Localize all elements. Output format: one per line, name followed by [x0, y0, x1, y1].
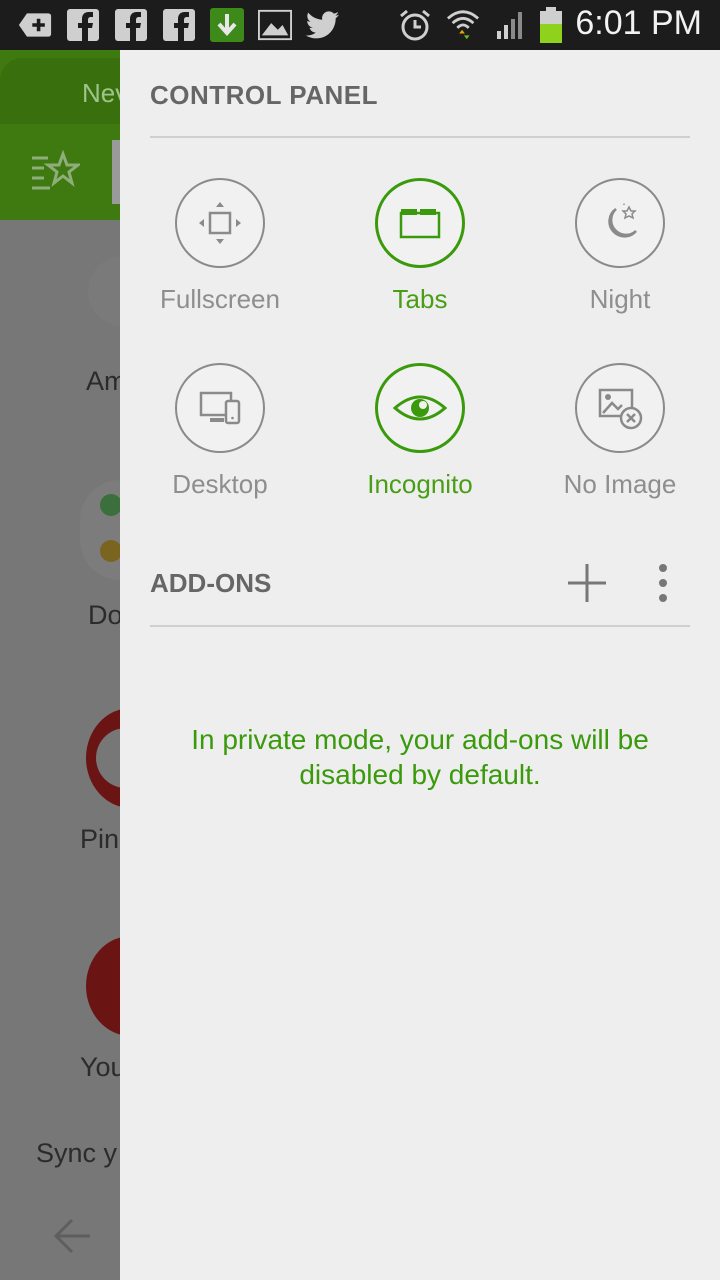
wifi-icon	[446, 8, 480, 42]
control-panel: CONTROL PANEL Fullscreen Tabs Night Desk…	[120, 50, 720, 1280]
status-bar: 6:01 PM	[0, 0, 720, 50]
desktop-icon	[175, 363, 265, 453]
shortcut-label[interactable]: You	[80, 1052, 126, 1083]
night-icon	[575, 178, 665, 268]
fullscreen-toggle[interactable]: Fullscreen	[120, 178, 320, 348]
tabs-toggle[interactable]: Tabs	[320, 178, 520, 348]
tabs-icon	[375, 178, 465, 268]
shortcut-label[interactable]: Do	[88, 600, 123, 631]
signal-icon	[494, 8, 528, 42]
incognito-toggle[interactable]: Incognito	[320, 363, 520, 533]
tile-label: Incognito	[367, 469, 473, 499]
bookmarks-icon[interactable]	[30, 149, 83, 194]
no-image-toggle[interactable]: No Image	[520, 363, 720, 533]
image-icon	[258, 8, 292, 42]
back-arrow-icon[interactable]	[50, 1214, 94, 1258]
tile-label: Fullscreen	[160, 284, 280, 314]
control-panel-title: CONTROL PANEL	[150, 80, 378, 110]
plus-icon	[568, 564, 606, 602]
addons-title: ADD-ONS	[150, 568, 272, 598]
battery-icon	[534, 7, 568, 43]
facebook-icon	[66, 8, 100, 42]
shortcut-thumb	[100, 494, 122, 516]
shortcut-label[interactable]: Pin	[80, 824, 119, 855]
facebook-icon	[114, 8, 148, 42]
clock: 6:01 PM	[575, 4, 702, 42]
twitter-icon	[306, 8, 340, 42]
divider	[150, 625, 690, 627]
add-addon-button[interactable]	[564, 560, 610, 606]
tile-label: No Image	[563, 469, 677, 499]
more-vert-icon	[659, 564, 667, 602]
no-image-icon	[575, 363, 665, 453]
incognito-icon	[375, 363, 465, 453]
divider	[150, 136, 690, 138]
tile-label: Night	[589, 284, 651, 314]
night-mode-toggle[interactable]: Night	[520, 178, 720, 348]
add-notification-icon	[18, 8, 52, 42]
alarm-icon	[398, 8, 432, 42]
private-mode-message: In private mode, your add-ons will be di…	[191, 724, 649, 790]
download-icon	[210, 8, 244, 42]
sync-label[interactable]: Sync y	[36, 1138, 117, 1169]
fullscreen-icon	[175, 178, 265, 268]
facebook-icon	[162, 8, 196, 42]
tile-label: Tabs	[392, 284, 448, 314]
desktop-mode-toggle[interactable]: Desktop	[120, 363, 320, 533]
addons-menu-button[interactable]	[648, 560, 678, 606]
shortcut-thumb	[100, 540, 122, 562]
tile-label: Desktop	[172, 469, 268, 499]
